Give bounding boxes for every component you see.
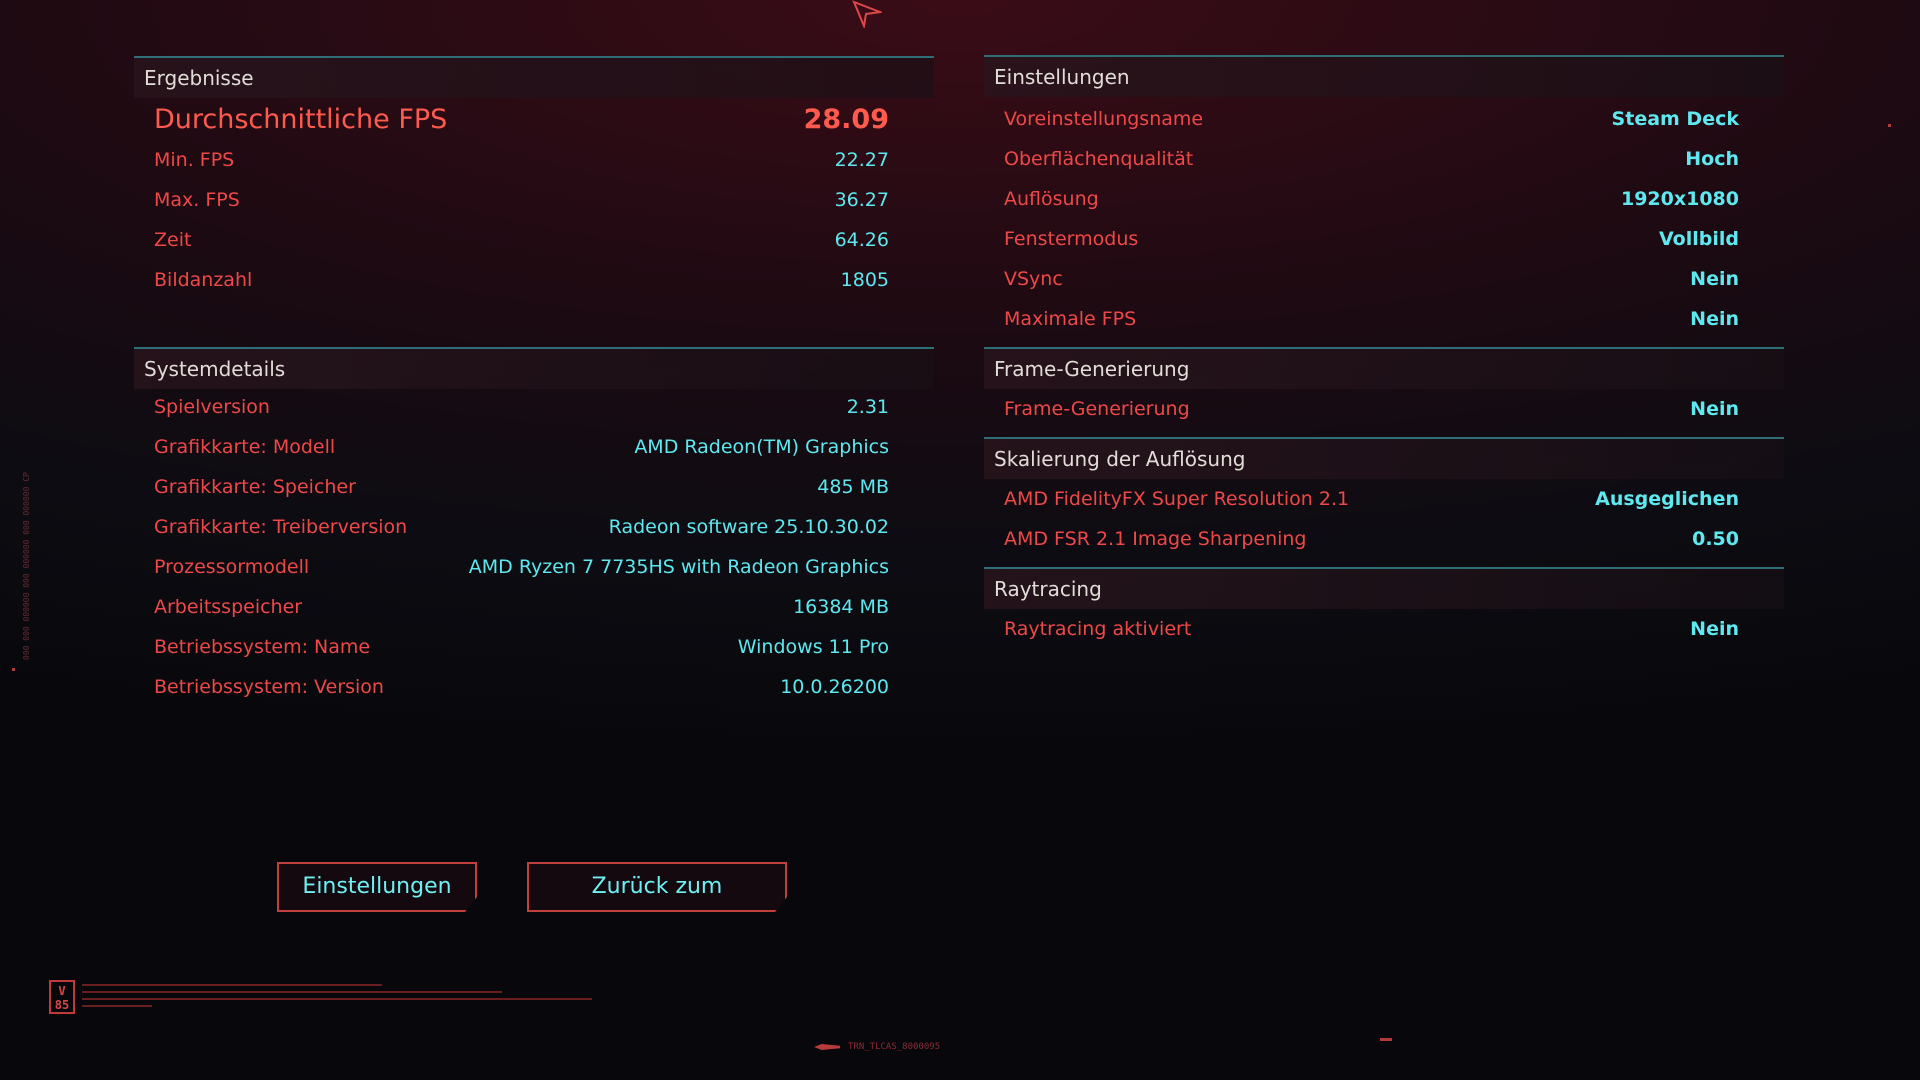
- row-label: Betriebssystem: Name: [154, 636, 371, 658]
- system-row-ram: Arbeitsspeicher 16384 MB: [154, 587, 889, 627]
- decoration-dot: [1380, 1038, 1392, 1041]
- row-value: Vollbild: [1659, 228, 1739, 250]
- results-section: Ergebnisse Durchschnittliche FPS 28.09 M…: [134, 56, 934, 338]
- results-row-time: Zeit 64.26: [154, 220, 889, 260]
- left-panel: Ergebnisse Durchschnittliche FPS 28.09 M…: [134, 56, 934, 716]
- row-label: Grafikkarte: Modell: [154, 436, 336, 458]
- main-menu-button[interactable]: Zurück zum Hauptmenü: [527, 862, 787, 912]
- row-value: Steam Deck: [1611, 108, 1739, 130]
- right-panel: Einstellungen Voreinstellungsname Steam …: [984, 55, 1784, 655]
- decoration-dot: [1888, 124, 1891, 127]
- system-row-game-version: Spielversion 2.31: [154, 387, 889, 427]
- results-row-average-fps: Durchschnittliche FPS 28.09: [154, 100, 889, 140]
- results-row-max-fps: Max. FPS 36.27: [154, 180, 889, 220]
- results-row-frame-count: Bildanzahl 1805: [154, 260, 889, 300]
- row-label: Auflösung: [1004, 188, 1099, 210]
- legal-fine-print: [82, 984, 602, 1012]
- raytracing-section: Raytracing Raytracing aktiviert Nein: [984, 567, 1784, 657]
- system-row-gpu-driver: Grafikkarte: Treiberversion Radeon softw…: [154, 507, 889, 547]
- settings-row-max-fps: Maximale FPS Nein: [1004, 299, 1739, 339]
- row-value: AMD Radeon(TM) Graphics: [634, 436, 889, 458]
- row-label: AMD FSR 2.1 Image Sharpening: [1004, 528, 1307, 550]
- decoration-dot: [12, 668, 15, 671]
- row-label: Zeit: [154, 229, 192, 251]
- row-value: 22.27: [834, 149, 889, 171]
- scaling-header: Skalierung der Auflösung: [984, 439, 1784, 479]
- settings-row-window-mode: Fenstermodus Vollbild: [1004, 219, 1739, 259]
- row-value: 1920x1080: [1620, 188, 1739, 210]
- row-value: Nein: [1690, 398, 1739, 420]
- settings-row-texture-quality: Oberflächenqualität Hoch: [1004, 139, 1739, 179]
- scaling-row-fsr: AMD FidelityFX Super Resolution 2.1 Ausg…: [1004, 479, 1739, 519]
- row-value: 28.09: [803, 104, 889, 135]
- system-row-os-name: Betriebssystem: Name Windows 11 Pro: [154, 627, 889, 667]
- row-label: Betriebssystem: Version: [154, 676, 384, 698]
- row-value: Nein: [1690, 268, 1739, 290]
- row-value: 36.27: [834, 189, 889, 211]
- results-row-min-fps: Min. FPS 22.27: [154, 140, 889, 180]
- row-value: 485 MB: [817, 476, 889, 498]
- row-value: Ausgeglichen: [1595, 488, 1739, 510]
- raytracing-header: Raytracing: [984, 569, 1784, 609]
- row-label: Arbeitsspeicher: [154, 596, 303, 618]
- bottom-tag-label: TRN_TLCAS_8000095: [848, 1042, 941, 1052]
- side-decoration-text: 000 000 000000 000 000000 000 000000 CP: [22, 472, 31, 660]
- row-label: Min. FPS: [154, 149, 235, 171]
- row-value: Windows 11 Pro: [737, 636, 889, 658]
- row-label: AMD FidelityFX Super Resolution 2.1: [1004, 488, 1350, 510]
- row-label: Voreinstellungsname: [1004, 108, 1204, 130]
- system-section: Systemdetails Spielversion 2.31 Grafikka…: [134, 347, 934, 719]
- row-value: Radeon software 25.10.30.02: [608, 516, 889, 538]
- arrow-icon: [814, 1044, 840, 1050]
- row-value: 2.31: [846, 396, 889, 418]
- settings-row-preset: Voreinstellungsname Steam Deck: [1004, 99, 1739, 139]
- frame-generation-row: Frame-Generierung Nein: [1004, 389, 1739, 429]
- row-label: Spielversion: [154, 396, 270, 418]
- row-value: 16384 MB: [793, 596, 889, 618]
- row-value: Nein: [1690, 308, 1739, 330]
- row-value: AMD Ryzen 7 7735HS with Radeon Graphics: [468, 556, 889, 578]
- settings-section: Einstellungen Voreinstellungsname Steam …: [984, 55, 1784, 347]
- row-value: Hoch: [1685, 148, 1739, 170]
- row-label: VSync: [1004, 268, 1063, 290]
- row-value: Nein: [1690, 618, 1739, 640]
- scaling-row-sharpening: AMD FSR 2.1 Image Sharpening 0.50: [1004, 519, 1739, 559]
- row-value: 1805: [840, 269, 889, 291]
- system-row-os-version: Betriebssystem: Version 10.0.26200: [154, 667, 889, 707]
- system-row-gpu-memory: Grafikkarte: Speicher 485 MB: [154, 467, 889, 507]
- raytracing-row-enabled: Raytracing aktiviert Nein: [1004, 609, 1739, 649]
- row-label: Frame-Generierung: [1004, 398, 1190, 420]
- settings-row-resolution: Auflösung 1920x1080: [1004, 179, 1739, 219]
- system-row-cpu-model: Prozessormodell AMD Ryzen 7 7735HS with …: [154, 547, 889, 587]
- row-label: Grafikkarte: Treiberversion: [154, 516, 408, 538]
- row-value: 0.50: [1692, 528, 1739, 550]
- row-value: 10.0.26200: [780, 676, 889, 698]
- row-label: Oberflächenqualität: [1004, 148, 1194, 170]
- row-label: Max. FPS: [154, 189, 240, 211]
- bottom-tag: TRN_TLCAS_8000095: [814, 1042, 940, 1052]
- settings-row-vsync: VSync Nein: [1004, 259, 1739, 299]
- frame-generation-section: Frame-Generierung Frame-Generierung Nein: [984, 347, 1784, 437]
- row-label: Raytracing aktiviert: [1004, 618, 1192, 640]
- frame-generation-header: Frame-Generierung: [984, 349, 1784, 389]
- version-logo-icon: V 85: [49, 980, 75, 1014]
- row-label: Grafikkarte: Speicher: [154, 476, 356, 498]
- row-value: 64.26: [834, 229, 889, 251]
- row-label: Maximale FPS: [1004, 308, 1137, 330]
- system-row-gpu-model: Grafikkarte: Modell AMD Radeon(TM) Graph…: [154, 427, 889, 467]
- scaling-section: Skalierung der Auflösung AMD FidelityFX …: [984, 437, 1784, 567]
- mouse-cursor-icon: [852, 0, 884, 32]
- system-header: Systemdetails: [134, 349, 934, 389]
- results-header: Ergebnisse: [134, 58, 934, 98]
- row-label: Prozessormodell: [154, 556, 310, 578]
- settings-header: Einstellungen: [984, 57, 1784, 97]
- settings-button[interactable]: Einstellungen: [277, 862, 477, 912]
- row-label: Durchschnittliche FPS: [154, 104, 448, 135]
- row-label: Bildanzahl: [154, 269, 253, 291]
- row-label: Fenstermodus: [1004, 228, 1139, 250]
